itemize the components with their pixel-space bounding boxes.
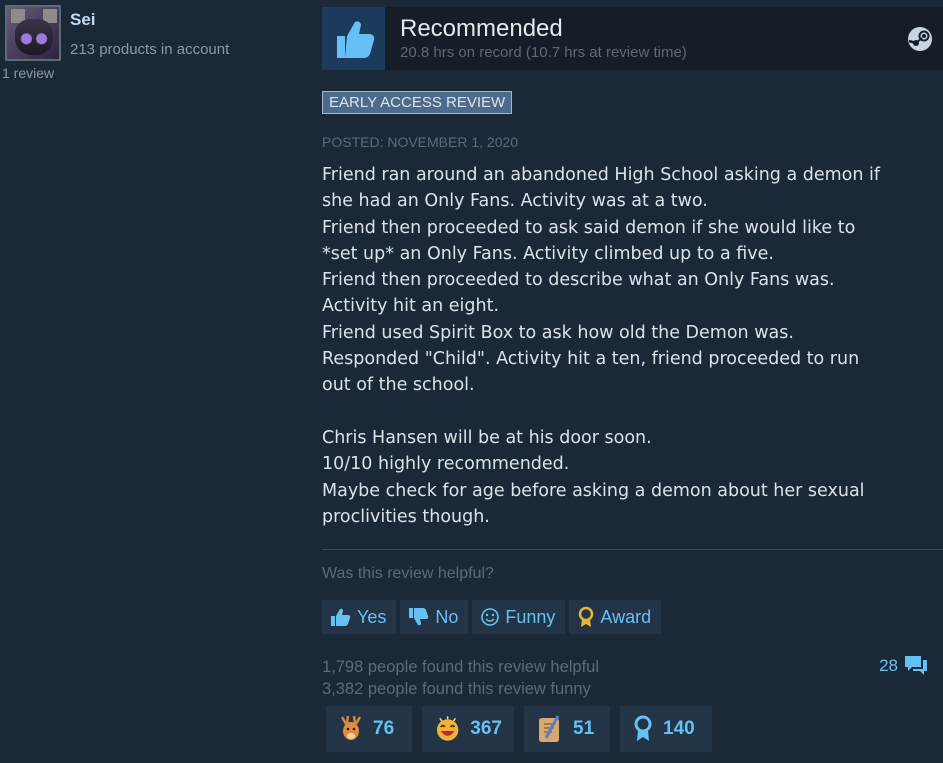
deer-icon bbox=[340, 715, 362, 740]
review-line: 10/10 highly recommended. bbox=[322, 454, 570, 475]
posted-date: POSTED: NOVEMBER 1, 2020 bbox=[322, 134, 519, 150]
divider bbox=[322, 549, 943, 550]
vote-yes-button[interactable]: Yes bbox=[322, 600, 397, 634]
steam-logo-icon[interactable] bbox=[907, 26, 933, 52]
avatar[interactable] bbox=[5, 5, 61, 61]
award-ribbon[interactable]: 140 bbox=[620, 706, 712, 752]
early-access-badge: EARLY ACCESS REVIEW bbox=[322, 91, 513, 114]
laughing-face-icon bbox=[436, 716, 459, 741]
award-scroll[interactable]: 51 bbox=[524, 706, 610, 752]
vote-funny-button[interactable]: Funny bbox=[472, 600, 566, 634]
review-line: proclivities though. bbox=[322, 506, 490, 527]
award-count: 51 bbox=[573, 718, 595, 739]
review-page: Sei 213 products in account 1 review Rec… bbox=[0, 0, 943, 763]
review-text: Friend ran around an abandoned High Scho… bbox=[322, 162, 932, 530]
helpful-question: Was this review helpful? bbox=[322, 565, 494, 582]
comment-count: 28 bbox=[879, 656, 898, 675]
comments-link[interactable]: 28 bbox=[879, 654, 929, 678]
vote-yes-label: Yes bbox=[357, 606, 387, 627]
review-line: Maybe check for age before asking a demo… bbox=[322, 480, 865, 501]
hours-on-record: 20.8 hrs on record (10.7 hrs at review t… bbox=[400, 44, 687, 61]
award-count: 76 bbox=[373, 718, 395, 739]
thumbs-up-icon bbox=[322, 7, 385, 70]
award-count: 140 bbox=[663, 718, 695, 739]
review-line: Friend then proceeded to describe what a… bbox=[322, 270, 835, 291]
award-list: 76 367 51 140 bbox=[326, 706, 712, 752]
award-deer[interactable]: 76 bbox=[326, 706, 412, 752]
review-line: Activity hit an eight. bbox=[322, 296, 500, 317]
vote-controls: Yes No Funny Award bbox=[322, 600, 662, 634]
avatar-face bbox=[15, 19, 53, 55]
review-line: out of the school. bbox=[322, 375, 475, 396]
author-products[interactable]: 213 products in account bbox=[70, 41, 229, 58]
review-line: she had an Only Fans. Activity was at a … bbox=[322, 191, 708, 212]
award-count: 367 bbox=[470, 718, 502, 739]
award-button[interactable]: Award bbox=[569, 600, 662, 634]
award-laughing[interactable]: 367 bbox=[422, 706, 514, 752]
author-name[interactable]: Sei bbox=[70, 10, 96, 30]
review-line: Friend ran around an abandoned High Scho… bbox=[322, 165, 881, 185]
vote-no-label: No bbox=[435, 606, 459, 627]
award-label: Award bbox=[600, 606, 652, 627]
thumbs-up-icon bbox=[331, 608, 351, 626]
review-line: Chris Hansen will be at his door soon. bbox=[322, 427, 652, 448]
thumbs-down-icon bbox=[409, 608, 429, 626]
author-review-count[interactable]: 1 review bbox=[2, 65, 54, 81]
review-line: Friend then proceeded to ask said demon … bbox=[322, 217, 856, 238]
comment-bubble-icon bbox=[905, 656, 927, 675]
helpful-count: 1,798 people found this review helpful bbox=[322, 658, 600, 676]
scroll-quill-icon bbox=[539, 715, 560, 742]
funny-count: 3,382 people found this review funny bbox=[322, 680, 591, 698]
vote-no-button[interactable]: No bbox=[400, 600, 469, 634]
smiley-icon bbox=[481, 608, 500, 626]
review-line: *set up* an Only Fans. Activity climbed … bbox=[322, 243, 774, 264]
ribbon-icon bbox=[634, 715, 652, 741]
review-line: Responded "Child". Activity hit a ten, f… bbox=[322, 349, 860, 370]
vote-funny-label: Funny bbox=[505, 606, 556, 627]
review-line: Friend used Spirit Box to ask how old th… bbox=[322, 322, 794, 343]
recommendation-title[interactable]: Recommended bbox=[400, 15, 563, 43]
review-stats: 1,798 people found this review helpful 3… bbox=[322, 656, 599, 700]
review-header: Recommended 20.8 hrs on record (10.7 hrs… bbox=[322, 7, 943, 70]
award-ribbon-icon bbox=[579, 606, 594, 627]
